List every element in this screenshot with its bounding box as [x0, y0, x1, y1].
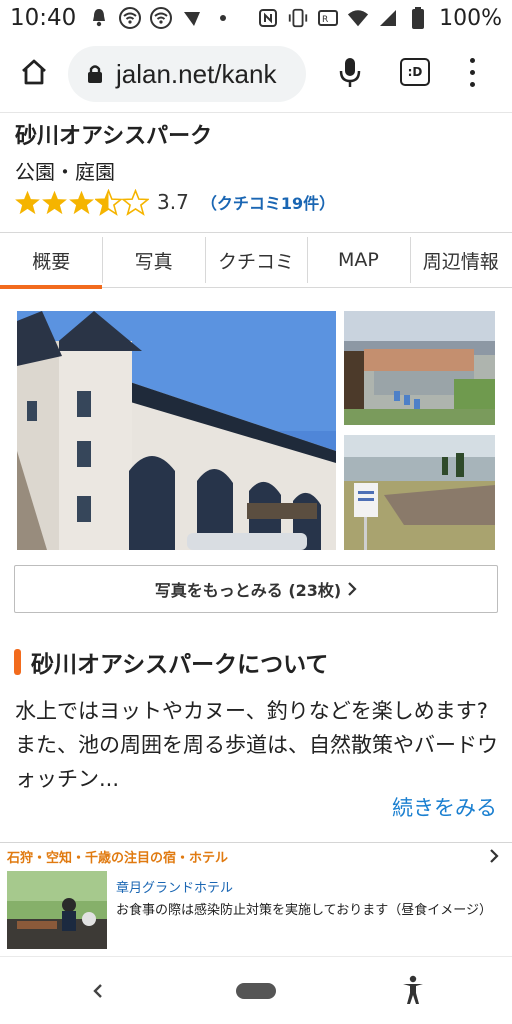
about-heading: 砂川オアシスパークについて [14, 645, 328, 679]
rating-value: 3.7 [157, 190, 189, 214]
url-text: jalan.net/kank [116, 58, 277, 89]
hotel-banner[interactable]: 石狩・空知・千歳の注目の宿・ホテル 章月グランドホテル お食事の際は感染防止対策… [0, 842, 512, 954]
status-left-icons [88, 7, 234, 29]
vibrate-icon [287, 7, 309, 29]
chevron-right-icon [348, 582, 357, 596]
wifi-icon [119, 7, 142, 29]
back-icon[interactable] [88, 979, 108, 1003]
overflow-menu-button[interactable] [460, 54, 484, 90]
star-full-icon [15, 190, 40, 214]
main-photo[interactable] [17, 311, 336, 550]
spot-tabs: 概要 写真 クチコミ MAP 周辺情報 [0, 232, 512, 289]
banner-heading: 石狩・空知・千歳の注目の宿・ホテル [7, 851, 229, 866]
network-icon [181, 7, 203, 29]
svg-text:R: R [322, 15, 328, 25]
hotel-name-link[interactable]: 章月グランドホテル [116, 877, 233, 896]
battery-icon [407, 7, 429, 29]
data-saver-icon: R [317, 7, 339, 29]
status-right-icons: R 100% [257, 6, 502, 31]
rating-row: 3.7 （クチコミ19件） [14, 188, 335, 216]
hotel-thumbnail[interactable] [7, 871, 107, 949]
accessibility-icon[interactable] [400, 975, 426, 1005]
battery-level: 100% [439, 5, 502, 31]
dot-icon [212, 7, 234, 29]
rating-stars [14, 188, 149, 216]
tab-map[interactable]: MAP [307, 233, 409, 287]
tab-reviews[interactable]: クチコミ [204, 233, 307, 287]
more-photos-button[interactable]: 写真をもっとみる (23枚) [14, 565, 498, 613]
menu-dot [469, 81, 475, 87]
about-description: 水上ではヨットやカヌー、釣りなどを楽しめます?また、池の周囲を周る歩道は、自然散… [15, 699, 498, 791]
home-pill-button[interactable] [236, 983, 276, 999]
wifi-icon [150, 7, 173, 29]
thumbnail-photo[interactable] [344, 311, 495, 425]
spot-title: 砂川オアシスパーク [15, 124, 213, 149]
more-photos-label: 写真をもっとみる (23枚) [154, 581, 342, 600]
hotel-description: お食事の際は感染防止対策を実施しております（昼食イメージ） [116, 903, 492, 918]
toolbar-divider [0, 112, 512, 113]
star-half-icon [95, 188, 122, 216]
status-bar: 10:40 R 100% [0, 0, 512, 36]
thumbnail-photo[interactable] [344, 435, 495, 550]
tab-nearby[interactable]: 周辺情報 [409, 233, 512, 287]
microphone-icon [339, 58, 361, 87]
tab-overview[interactable]: 概要 [0, 233, 103, 289]
nfc-icon [257, 7, 279, 29]
wifi-signal-icon [347, 7, 369, 29]
tab-switcher-button[interactable]: :D [400, 58, 430, 86]
address-bar[interactable]: jalan.net/kank [68, 46, 306, 102]
review-count-link[interactable]: （クチコミ19件） [201, 190, 335, 214]
lock-icon [88, 65, 102, 83]
heading-accent-bar [14, 649, 21, 675]
star-empty-icon [122, 188, 149, 216]
voice-search-button[interactable] [334, 54, 366, 90]
star-full-icon [42, 190, 67, 214]
cell-signal-icon [377, 7, 399, 29]
menu-dot [469, 57, 475, 63]
browser-toolbar: jalan.net/kank :D [0, 40, 512, 108]
spot-category: 公園・庭園 [15, 160, 115, 184]
read-more-link[interactable]: 続きをみる [392, 792, 497, 822]
home-button[interactable] [16, 54, 52, 90]
system-navigation-bar [0, 956, 512, 1024]
menu-dot [469, 69, 475, 75]
home-icon [22, 59, 46, 85]
tab-photos[interactable]: 写真 [102, 233, 204, 287]
chevron-right-icon[interactable] [488, 849, 500, 863]
about-title: 砂川オアシスパークについて [31, 652, 329, 678]
notification-icon [88, 7, 110, 29]
star-full-icon [69, 190, 94, 214]
status-time: 10:40 [10, 5, 77, 31]
